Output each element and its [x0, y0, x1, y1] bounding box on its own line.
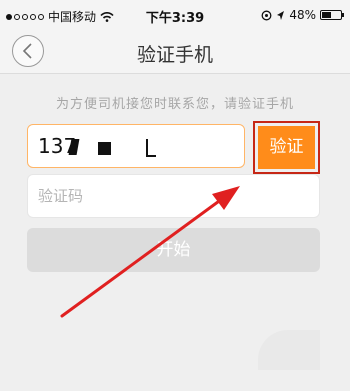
- annotation-arrow-icon: [60, 186, 240, 318]
